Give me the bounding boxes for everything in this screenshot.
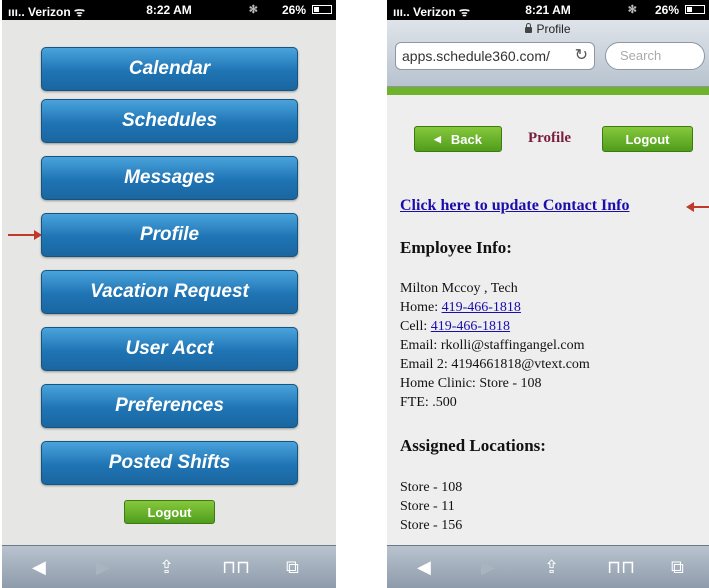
browser-toolbar: ◀ ▶ ⇪ ⊓⊓ ⧉: [2, 545, 336, 588]
email2-row: Email 2: 4194661818@vtext.com: [400, 357, 590, 372]
schedules-button[interactable]: Schedules: [41, 99, 298, 143]
back-chevron-icon: ◀: [434, 133, 441, 144]
search-input[interactable]: Search: [605, 42, 705, 70]
update-contact-link[interactable]: Click here to update Contact Info: [400, 197, 629, 215]
user-acct-button[interactable]: User Acct: [41, 327, 298, 371]
header-bar: [387, 87, 709, 95]
tabs-icon[interactable]: ⧉: [286, 557, 299, 577]
assigned-locations-heading: Assigned Locations:: [400, 436, 546, 455]
status-bar: ııı.. Verizon ᯤ 8:21 AM ✻ 26%: [387, 0, 709, 20]
messages-button[interactable]: Messages: [41, 156, 298, 200]
phone-right: ııı.. Verizon ᯤ 8:21 AM ✻ 26% Profile ap…: [387, 0, 709, 588]
battery-icon: [685, 5, 705, 14]
bluetooth-icon: ✻: [248, 4, 258, 16]
location-item: Store - 108: [400, 480, 463, 495]
forward-arrow-icon[interactable]: ▶: [481, 557, 495, 577]
profile-heading: Profile: [528, 130, 572, 146]
fte-row: FTE: .500: [400, 395, 457, 410]
back-button[interactable]: ◀ Back: [414, 126, 502, 152]
menu-screen: Calendar Schedules Messages Profile Vaca…: [2, 20, 336, 546]
email-row: Email: rkolli@staffingangel.com: [400, 338, 585, 353]
reload-icon[interactable]: ↻: [575, 43, 588, 69]
status-bar: ııı.. Verizon ᯤ 8:22 AM ✻ 26%: [2, 0, 336, 20]
red-arrow-indicator: [8, 230, 42, 240]
employee-name: Milton Mccoy , Tech: [400, 281, 518, 296]
home-phone-row: Home: 419-466-1818: [400, 300, 521, 315]
browser-toolbar: ◀ ▶ ⇪ ⊓⊓ ⧉: [387, 545, 709, 588]
employee-info-heading: Employee Info:: [400, 238, 512, 257]
lock-icon: [525, 22, 533, 33]
share-icon[interactable]: ⇪: [544, 557, 559, 577]
cell-phone-link[interactable]: 419-466-1818: [431, 319, 510, 334]
calendar-button[interactable]: Calendar: [41, 47, 298, 91]
battery-icon: [312, 5, 332, 14]
red-arrow-indicator: [686, 202, 709, 212]
battery-percent: 26%: [281, 3, 306, 17]
cell-phone-row: Cell: 419-466-1818: [400, 319, 511, 334]
profile-page: ◀ Back Profile Logout Click here to updat…: [387, 95, 709, 546]
home-clinic-row: Home Clinic: Store - 108: [400, 376, 542, 391]
bookmarks-icon[interactable]: ⊓⊓: [222, 557, 250, 577]
preferences-button[interactable]: Preferences: [41, 384, 298, 428]
location-item: Store - 11: [400, 499, 455, 514]
tabs-icon[interactable]: ⧉: [671, 557, 684, 577]
phone-left: ııı.. Verizon ᯤ 8:22 AM ✻ 26% Calendar S…: [2, 0, 336, 588]
back-arrow-icon[interactable]: ◀: [32, 557, 46, 577]
logout-button[interactable]: Logout: [602, 126, 693, 152]
page-title: Profile: [387, 22, 709, 36]
battery-percent: 26%: [654, 3, 679, 17]
location-item: Store - 156: [400, 518, 463, 533]
bluetooth-icon: ✻: [627, 4, 637, 16]
bookmarks-icon[interactable]: ⊓⊓: [607, 557, 635, 577]
back-arrow-icon[interactable]: ◀: [417, 557, 431, 577]
posted-shifts-button[interactable]: Posted Shifts: [41, 441, 298, 485]
share-icon[interactable]: ⇪: [159, 557, 174, 577]
vacation-request-button[interactable]: Vacation Request: [41, 270, 298, 314]
profile-button[interactable]: Profile: [41, 213, 298, 257]
logout-button[interactable]: Logout: [124, 500, 215, 524]
forward-arrow-icon[interactable]: ▶: [96, 557, 110, 577]
home-phone-link[interactable]: 419-466-1818: [442, 300, 521, 315]
url-field[interactable]: apps.schedule360.com/ ↻: [395, 42, 595, 70]
address-bar-area: Profile apps.schedule360.com/ ↻ Search: [387, 20, 709, 87]
